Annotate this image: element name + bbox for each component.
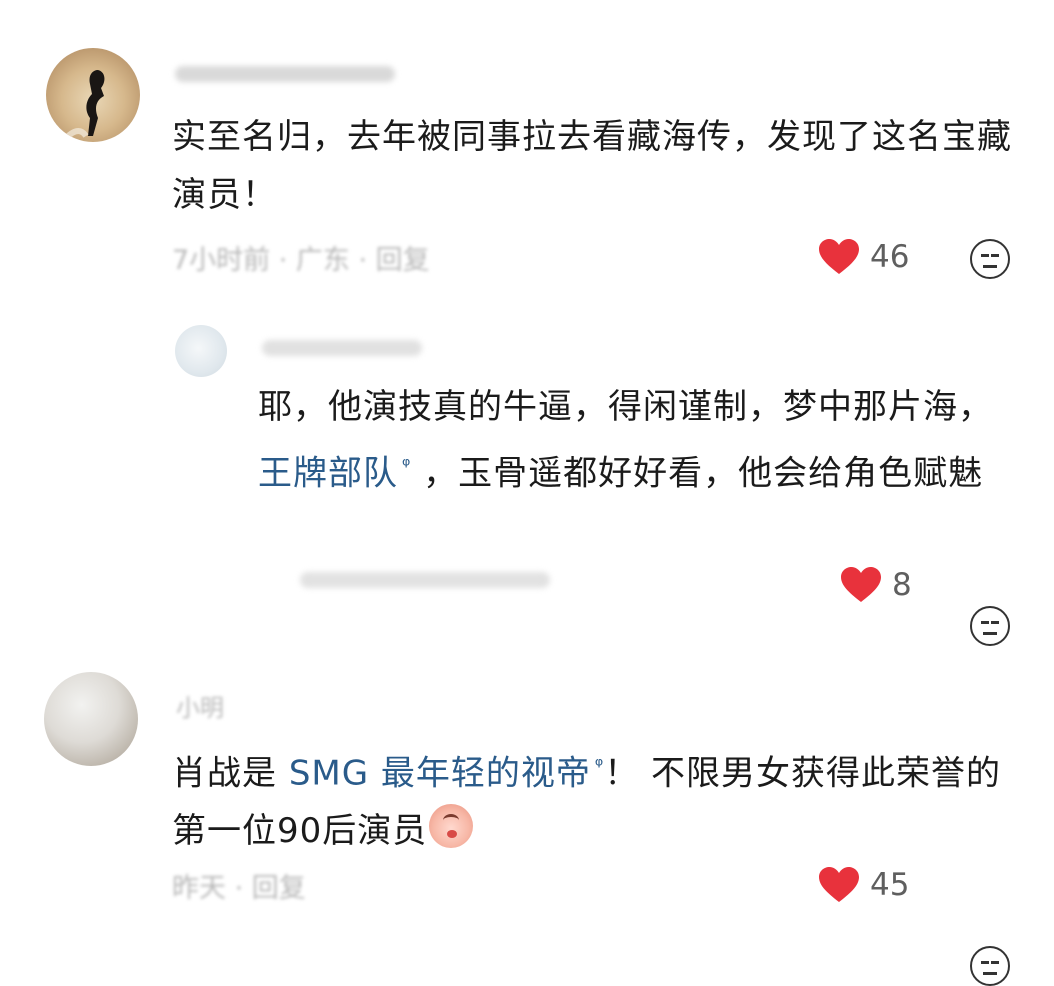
username-blurred [262, 340, 422, 356]
comment-text: 肖战是 SMG 最年轻的视帝 ᵠ！ 不限男女获得此荣誉的第一位90后演员 [172, 736, 1022, 860]
comment-text-start: 肖战是 [172, 753, 289, 794]
topic-link[interactable]: 王牌部队 [258, 453, 398, 493]
heart-icon [819, 867, 859, 902]
like-count: 46 [870, 239, 910, 275]
comment-meta: 昨天 · 回复 [172, 873, 306, 904]
neutral-face-icon[interactable] [970, 946, 1010, 986]
avatar[interactable] [44, 672, 138, 766]
like-button[interactable]: 46 [818, 238, 909, 276]
heart-icon [841, 567, 881, 602]
comment-meta: 7小时前 · 广东 · 回复 [172, 245, 430, 276]
search-icon: ᵠ [594, 753, 605, 777]
avatar-silhouette [63, 70, 105, 141]
like-count: 45 [870, 867, 910, 903]
username-blurred [175, 66, 395, 82]
search-icon: ᵠ [402, 453, 412, 477]
avatar[interactable] [46, 48, 140, 142]
neutral-face-icon[interactable] [970, 239, 1010, 279]
like-button[interactable]: 8 [840, 566, 912, 604]
comment-text: 实至名归，去年被同事拉去看藏海传，发现了这名宝藏演员！ [172, 117, 1012, 215]
like-button[interactable]: 45 [818, 866, 909, 904]
blush-peach-emoji [429, 804, 474, 849]
reply-text-end: ，玉骨遥都好好看，他会给角色赋魅 [423, 453, 984, 494]
username: 小明 [176, 694, 224, 722]
like-count: 8 [892, 567, 912, 603]
reply-text: 耶，他演技真的牛逼，得闲谨制，梦中那片海， 王牌部队 ᵠ ，玉骨遥都好好看，他会给… [258, 378, 1018, 502]
topic-link[interactable]: SMG 最年轻的视帝 [289, 753, 591, 793]
reply-text-start: 耶，他演技真的牛逼，得闲谨制，梦中那片海， [258, 387, 993, 427]
heart-icon [819, 239, 859, 274]
meta-blurred [300, 572, 550, 588]
avatar[interactable] [175, 325, 227, 377]
neutral-face-icon[interactable] [970, 606, 1010, 646]
